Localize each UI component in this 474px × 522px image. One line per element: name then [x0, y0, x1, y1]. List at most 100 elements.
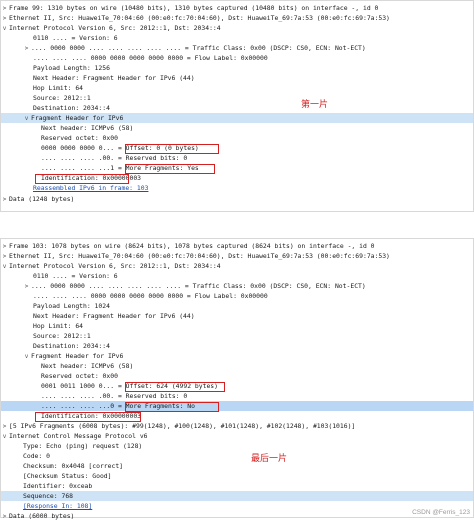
- row-text: Internet Protocol Version 6, Src: 2012::…: [9, 24, 221, 32]
- row-text: 0110 .... = Version: 6: [33, 34, 118, 42]
- tree-row-ipv6[interactable]: v Internet Protocol Version 6, Src: 2012:…: [1, 23, 473, 33]
- row-text: Data (1248 bytes): [9, 195, 75, 203]
- tree-row-frag-next-header[interactable]: Next header: ICMPv6 (58): [1, 361, 473, 371]
- highlight-box-offset: [125, 144, 219, 154]
- packet-details-frame-103: > Frame 103: 1078 bytes on wire (8624 bit…: [0, 238, 474, 521]
- row-text: Hop Limit: 64: [33, 322, 84, 330]
- tree-row-reserved-bits[interactable]: .... .... .... .00. = Reserved bits: 0: [1, 391, 473, 401]
- row-text: Type: Echo (ping) request (128): [23, 442, 143, 450]
- row-text: Payload Length: 1024: [33, 302, 110, 310]
- tree-row-frag-next-header[interactable]: Next header: ICMPv6 (58): [1, 123, 473, 133]
- response-in-link[interactable]: [Response In: 108]: [23, 502, 92, 510]
- row-text: .... .... .... 0000 0000 0000 0000 0000 …: [33, 54, 268, 62]
- highlight-box-more-fragments: [125, 164, 215, 174]
- tree-row-frame[interactable]: > Frame 99: 1310 bytes on wire (10480 bit…: [1, 3, 473, 13]
- tree-row-offset[interactable]: 0000 0000 0000 0... = Offset: 0 (0 bytes…: [1, 143, 473, 153]
- row-text: Next Header: Fragment Header for IPv6 (4…: [33, 74, 195, 82]
- tree-row-flow-label[interactable]: .... .... .... 0000 0000 0000 0000 0000 …: [1, 291, 473, 301]
- row-text: Fragment Header for IPv6: [31, 114, 124, 122]
- tree-row-ethernet[interactable]: > Ethernet II, Src: HuaweiTe_70:04:60 (00…: [1, 251, 473, 261]
- tree-row-flow-label[interactable]: .... .... .... 0000 0000 0000 0000 0000 …: [1, 53, 473, 63]
- tree-row-destination[interactable]: Destination: 2034::4: [1, 341, 473, 351]
- tree-row-next-header[interactable]: Next Header: Fragment Header for IPv6 (4…: [1, 73, 473, 83]
- row-text: Destination: 2034::4: [33, 104, 110, 112]
- tree-row-destination[interactable]: Destination: 2034::4: [1, 103, 473, 113]
- tree-row-traffic-class[interactable]: >.... 0000 0000 .... .... .... .... ....…: [1, 43, 473, 53]
- watermark: CSDN @Ferris_123: [412, 509, 470, 516]
- tree-row-response-in[interactable]: [Response In: 108]: [1, 501, 473, 511]
- row-text: .... .... .... .00. = Reserved bits: 0: [41, 392, 188, 400]
- tree-row-reserved-octet[interactable]: Reserved octet: 0x00: [1, 371, 473, 381]
- highlight-box-identification: [35, 412, 141, 422]
- tree-row-ipv6[interactable]: v Internet Protocol Version 6, Src: 2012:…: [1, 261, 473, 271]
- tree-row-fragment-header[interactable]: v Fragment Header for IPv6: [1, 113, 473, 123]
- tree-row-next-header[interactable]: Next Header: Fragment Header for IPv6 (4…: [1, 311, 473, 321]
- tree-row-reserved-octet[interactable]: Reserved octet: 0x00: [1, 133, 473, 143]
- row-text: Destination: 2034::4: [33, 342, 110, 350]
- tree-row-traffic-class[interactable]: >.... 0000 0000 .... .... .... .... ....…: [1, 281, 473, 291]
- tree-row-ethernet[interactable]: > Ethernet II, Src: HuaweiTe_70:04:60 (00…: [1, 13, 473, 23]
- row-text: Identifier: 0xceab: [23, 482, 93, 490]
- annotation-first-fragment: 第一片: [301, 100, 329, 110]
- tree-row-frame[interactable]: > Frame 103: 1078 bytes on wire (8624 bit…: [1, 241, 473, 251]
- row-text: Payload Length: 1256: [33, 64, 110, 72]
- highlight-box-offset: [125, 382, 225, 392]
- highlight-box-identification: [35, 174, 129, 184]
- row-text: Next header: ICMPv6 (58): [41, 362, 134, 370]
- expand-arrow-icon[interactable]: >: [1, 512, 8, 522]
- tree-row-more-fragments[interactable]: .... .... .... ...0 = More Fragments: No: [1, 401, 473, 411]
- tree-row-hop-limit[interactable]: Hop Limit: 64: [1, 321, 473, 331]
- tree-row-reserved-bits[interactable]: .... .... .... .00. = Reserved bits: 0: [1, 153, 473, 163]
- tree-row-type[interactable]: Type: Echo (ping) request (128): [1, 441, 473, 451]
- tree-row-data[interactable]: > Data (6000 bytes): [1, 511, 473, 521]
- row-text: Data (6000 bytes): [9, 512, 75, 520]
- tree-row-offset[interactable]: 0001 0011 1000 0... = Offset: 624 (4992 …: [1, 381, 473, 391]
- row-text: Reserved octet: 0x00: [41, 372, 118, 380]
- row-text: 0110 .... = Version: 6: [33, 272, 118, 280]
- annotation-last-fragment: 最后一片: [251, 454, 288, 464]
- tree-row-version[interactable]: 0110 .... = Version: 6: [1, 33, 473, 43]
- row-text: Next header: ICMPv6 (58): [41, 124, 134, 132]
- row-text: .... .... .... 0000 0000 0000 0000 0000 …: [33, 292, 268, 300]
- row-text: Internet Control Message Protocol v6: [9, 432, 148, 440]
- row-text: Internet Protocol Version 6, Src: 2012::…: [9, 262, 221, 270]
- row-text: .... 0000 0000 .... .... .... .... .... …: [31, 282, 366, 290]
- row-text: Sequence: 768: [23, 492, 74, 500]
- tree-row-version[interactable]: 0110 .... = Version: 6: [1, 271, 473, 281]
- row-text: Fragment Header for IPv6: [31, 352, 124, 360]
- tree-row-payload-length[interactable]: Payload Length: 1256: [1, 63, 473, 73]
- row-text: .... .... .... .00. = Reserved bits: 0: [41, 154, 188, 162]
- tree-row-source[interactable]: Source: 2012::1: [1, 331, 473, 341]
- reassembled-link[interactable]: Reassembled IPv6 in frame: 103: [33, 184, 148, 192]
- highlight-box-more-fragments: [125, 402, 219, 412]
- row-text: [5 IPv6 Fragments (6008 bytes): #99(1248…: [9, 422, 356, 430]
- row-text: [Checksum Status: Good]: [23, 472, 112, 480]
- tree-row-fragment-header[interactable]: v Fragment Header for IPv6: [1, 351, 473, 361]
- tree-row-hop-limit[interactable]: Hop Limit: 64: [1, 83, 473, 93]
- tree-row-data[interactable]: > Data (1248 bytes): [1, 194, 473, 204]
- row-text: Ethernet II, Src: HuaweiTe_70:04:60 (00:…: [9, 252, 390, 260]
- row-text: Hop Limit: 64: [33, 84, 84, 92]
- bit-mask: 0000 0000 0000 0... =: [41, 144, 126, 152]
- tree-row-fragments[interactable]: > [5 IPv6 Fragments (6008 bytes): #99(124…: [1, 421, 473, 431]
- bit-mask: .... .... .... ...0 =: [41, 402, 126, 410]
- row-text: Checksum: 0x4048 [correct]: [23, 462, 124, 470]
- bit-mask: 0001 0011 1000 0... =: [41, 382, 126, 390]
- bit-mask: .... .... .... ...1 =: [41, 164, 126, 172]
- expand-arrow-icon[interactable]: >: [1, 195, 8, 205]
- row-text: Ethernet II, Src: HuaweiTe_70:04:60 (00:…: [9, 14, 390, 22]
- tree-row-checksum[interactable]: Checksum: 0x4048 [correct]: [1, 461, 473, 471]
- tree-row-payload-length[interactable]: Payload Length: 1024: [1, 301, 473, 311]
- row-text: Frame 99: 1310 bytes on wire (10480 bits…: [9, 4, 379, 12]
- tree-row-source[interactable]: Source: 2012::1: [1, 93, 473, 103]
- tree-row-checksum-status[interactable]: [Checksum Status: Good]: [1, 471, 473, 481]
- tree-row-more-fragments[interactable]: .... .... .... ...1 = More Fragments: Ye…: [1, 163, 473, 173]
- tree-row-reassembled[interactable]: Reassembled IPv6 in frame: 103: [1, 183, 473, 193]
- tree-row-sequence[interactable]: Sequence: 768: [1, 491, 473, 501]
- row-text: Code: 0: [23, 452, 50, 460]
- row-text: Source: 2012::1: [33, 94, 91, 102]
- tree-row-icmpv6[interactable]: v Internet Control Message Protocol v6: [1, 431, 473, 441]
- packet-details-frame-99: > Frame 99: 1310 bytes on wire (10480 bit…: [0, 0, 474, 212]
- tree-row-code[interactable]: Code: 0: [1, 451, 473, 461]
- tree-row-identifier[interactable]: Identifier: 0xceab: [1, 481, 473, 491]
